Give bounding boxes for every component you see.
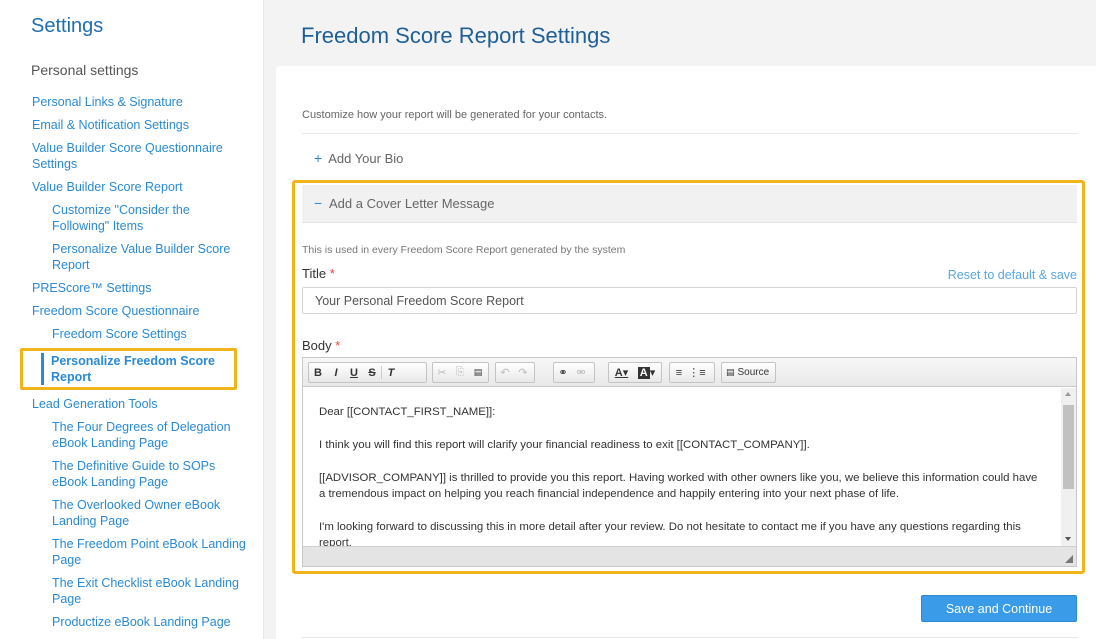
underline-button[interactable]: U: [345, 363, 363, 382]
resize-handle-icon[interactable]: [1065, 555, 1073, 563]
divider: [302, 637, 1077, 638]
link-group: ⚭ ⚮: [553, 362, 595, 383]
copy-icon[interactable]: ⎘: [451, 363, 469, 382]
clipboard-group: ✂ ⎘ ▤: [432, 362, 489, 383]
scroll-down-icon[interactable]: [1065, 537, 1071, 541]
editor-footer: [303, 546, 1076, 566]
numbered-list-icon[interactable]: ≡: [670, 363, 688, 382]
editor-toolbar: B I U S T ✂ ⎘ ▤ ↶ ↷ ⚭ ⚮ A ▾ A ▾ ≡ ⋮≡ ▤ S…: [303, 358, 1076, 387]
source-button[interactable]: ▤ Source: [722, 363, 773, 382]
sidebar-item-freedom-questionnaire[interactable]: Freedom Score Questionnaire: [0, 303, 264, 319]
italic-button[interactable]: I: [327, 363, 345, 382]
link-icon[interactable]: ⚭: [554, 363, 572, 382]
strikethrough-button[interactable]: S: [363, 363, 381, 382]
sidebar-active-highlight: Personalize Freedom Score Report: [20, 348, 237, 390]
list-group: ≡ ⋮≡: [669, 362, 715, 383]
page-title: Freedom Score Report Settings: [301, 23, 611, 48]
cut-icon[interactable]: ✂: [433, 363, 451, 382]
scroll-up-icon[interactable]: [1065, 392, 1071, 396]
clear-format-button[interactable]: T: [382, 363, 400, 382]
body-field-label: Body *: [302, 338, 340, 353]
document-icon: ▤: [726, 367, 735, 377]
body-paragraph: [[ADVISOR_COMPANY]] is thrilled to provi…: [319, 472, 1038, 500]
sidebar-item-productize[interactable]: Productize eBook Landing Page: [0, 614, 264, 630]
source-group: ▤ Source: [721, 362, 776, 383]
sidebar-item-vbs-questionnaire[interactable]: Value Builder Score Questionnaire Settin…: [0, 140, 264, 172]
title-label-text: Title: [302, 266, 327, 281]
sidebar-item-personal-links[interactable]: Personal Links & Signature: [0, 94, 264, 110]
rich-text-editor: B I U S T ✂ ⎘ ▤ ↶ ↷ ⚭ ⚮ A ▾ A ▾ ≡ ⋮≡ ▤ S…: [302, 357, 1077, 567]
undo-icon[interactable]: ↶: [496, 363, 514, 382]
title-input[interactable]: [302, 287, 1077, 314]
add-bio-toggle[interactable]: + Add Your Bio: [314, 150, 403, 166]
sidebar-item-freedom-point[interactable]: The Freedom Point eBook Landing Page: [0, 536, 264, 568]
paste-icon[interactable]: ▤: [469, 363, 487, 382]
sidebar-item-personalize-freedom-report[interactable]: Personalize Freedom Score Report: [41, 353, 234, 385]
body-paragraph: I'm looking forward to discussing this i…: [319, 521, 1021, 546]
cover-letter-toggle[interactable]: − Add a Cover Letter Message: [302, 185, 1077, 223]
bold-button[interactable]: B: [309, 363, 327, 382]
sidebar-nav: Personal Links & Signature Email & Notif…: [0, 94, 264, 637]
bulleted-list-icon[interactable]: ⋮≡: [688, 363, 706, 382]
reset-default-link[interactable]: Reset to default & save: [948, 268, 1077, 282]
background-color-button[interactable]: A ▾: [634, 363, 659, 382]
editor-scrollbar[interactable]: [1061, 388, 1076, 546]
cover-letter-note: This is used in every Freedom Score Repo…: [302, 244, 626, 256]
sidebar-item-personalize-vbs-report[interactable]: Personalize Value Builder Score Report: [0, 241, 264, 273]
format-group: B I U S T: [308, 362, 427, 383]
sidebar-item-prescore[interactable]: PREScore™ Settings: [0, 280, 264, 296]
required-mark: *: [335, 338, 341, 353]
body-paragraph: Dear [[CONTACT_FIRST_NAME]]:: [319, 406, 496, 418]
body-label-text: Body: [302, 338, 332, 353]
sidebar-title: Settings: [31, 15, 104, 37]
minus-icon: −: [314, 195, 323, 211]
unlink-icon[interactable]: ⚮: [572, 363, 590, 382]
sidebar-item-consider-following[interactable]: Customize "Consider the Following" Items: [0, 202, 264, 234]
divider: [302, 133, 1077, 134]
scroll-thumb[interactable]: [1063, 405, 1074, 489]
sidebar-item-overlooked-owner[interactable]: The Overlooked Owner eBook Landing Page: [0, 497, 264, 529]
sidebar-personal-heading: Personal settings: [31, 62, 139, 78]
save-and-continue-button[interactable]: Save and Continue: [921, 595, 1077, 622]
body-paragraph: I think you will find this report will c…: [319, 439, 810, 451]
sidebar-item-vbs-report[interactable]: Value Builder Score Report: [0, 179, 264, 195]
settings-sidebar: Settings Personal settings Personal Link…: [0, 0, 264, 639]
sidebar-item-exit-checklist[interactable]: The Exit Checklist eBook Landing Page: [0, 575, 264, 607]
sidebar-item-definitive-guide[interactable]: The Definitive Guide to SOPs eBook Landi…: [0, 458, 264, 490]
intro-text: Customize how your report will be genera…: [302, 109, 608, 121]
sidebar-item-four-degrees[interactable]: The Four Degrees of Delegation eBook Lan…: [0, 419, 264, 451]
add-bio-label: Add Your Bio: [328, 151, 404, 166]
color-group: A ▾ A ▾: [608, 362, 662, 383]
editor-body[interactable]: Dear [[CONTACT_FIRST_NAME]]: I think you…: [303, 388, 1060, 546]
settings-panel: Customize how your report will be genera…: [276, 66, 1096, 639]
sidebar-item-freedom-settings[interactable]: Freedom Score Settings: [0, 326, 264, 342]
required-mark: *: [329, 266, 335, 281]
history-group: ↶ ↷: [495, 362, 535, 383]
plus-icon: +: [314, 150, 323, 166]
title-field-label: Title *: [302, 266, 335, 281]
redo-icon[interactable]: ↷: [514, 363, 532, 382]
sidebar-item-lead-generation[interactable]: Lead Generation Tools: [0, 396, 264, 412]
sidebar-item-email-notification[interactable]: Email & Notification Settings: [0, 117, 264, 133]
cover-letter-label: Add a Cover Letter Message: [329, 196, 495, 211]
text-color-button[interactable]: A ▾: [609, 363, 634, 382]
